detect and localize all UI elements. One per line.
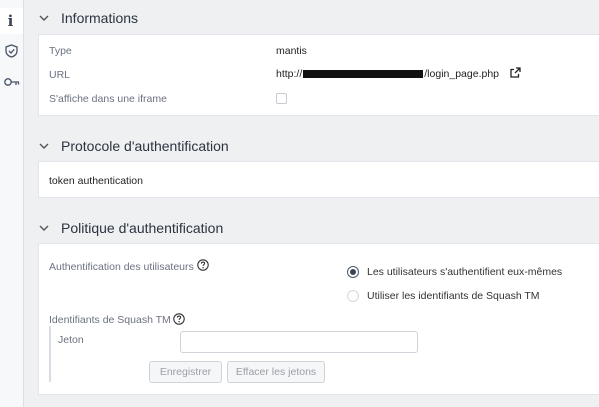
sidebar-item-info[interactable]: i bbox=[0, 8, 23, 34]
info-icon: i bbox=[7, 12, 14, 30]
clear-tokens-button[interactable]: Effacer les jetons bbox=[227, 361, 325, 383]
sidebar: i bbox=[0, 0, 24, 407]
radio-option-self[interactable]: Les utilisateurs s'authentifient eux-mêm… bbox=[347, 266, 562, 278]
key-icon bbox=[3, 77, 20, 87]
shield-icon bbox=[5, 44, 18, 58]
chevron-down-icon bbox=[38, 143, 50, 149]
save-button[interactable]: Enregistrer bbox=[149, 361, 222, 383]
url-value[interactable]: http:// /login_page.php bbox=[276, 68, 499, 80]
radio-label: Les utilisateurs s'authentifient eux-mêm… bbox=[367, 266, 563, 278]
external-link-icon[interactable] bbox=[510, 67, 521, 81]
chevron-down-icon bbox=[38, 15, 50, 21]
radio-label: Utiliser les identifiants de Squash TM bbox=[367, 290, 540, 302]
policy-header[interactable]: Politique d'authentification bbox=[38, 213, 223, 243]
url-prefix: http:// bbox=[276, 68, 303, 80]
informations-card: Type mantis URL http:// /login_page.php S… bbox=[38, 34, 599, 116]
protocol-header[interactable]: Protocole d'authentification bbox=[38, 131, 229, 161]
section-title: Protocole d'authentification bbox=[61, 138, 229, 154]
url-label: URL bbox=[49, 69, 71, 81]
protocol-value: token authentication bbox=[49, 175, 143, 187]
protocol-card: token authentication bbox=[38, 161, 599, 198]
sidebar-item-credentials[interactable] bbox=[0, 69, 23, 95]
chevron-down-icon bbox=[38, 225, 50, 231]
token-label: Jeton bbox=[58, 334, 84, 346]
help-icon[interactable] bbox=[173, 313, 185, 325]
help-icon[interactable] bbox=[197, 259, 209, 271]
iframe-checkbox[interactable] bbox=[276, 93, 287, 104]
radio-option-squash[interactable]: Utiliser les identifiants de Squash TM bbox=[347, 290, 540, 302]
radio-button[interactable] bbox=[347, 290, 359, 302]
squash-creds-label: Identifiants de Squash TM bbox=[49, 314, 171, 326]
iframe-label: S'affiche dans une iframe bbox=[49, 93, 167, 105]
section-title: Informations bbox=[61, 10, 139, 26]
url-suffix: /login_page.php bbox=[424, 68, 500, 80]
informations-header[interactable]: Informations bbox=[38, 3, 138, 33]
redaction-bar bbox=[303, 70, 424, 79]
type-value: mantis bbox=[276, 45, 307, 57]
token-input[interactable] bbox=[180, 331, 418, 353]
type-label: Type bbox=[49, 45, 72, 57]
sidebar-item-security[interactable] bbox=[0, 38, 23, 64]
section-title: Politique d'authentification bbox=[61, 220, 224, 236]
users-auth-label: Authentification des utilisateurs bbox=[49, 261, 194, 273]
radio-button[interactable] bbox=[347, 266, 359, 278]
token-group-border bbox=[49, 326, 51, 382]
